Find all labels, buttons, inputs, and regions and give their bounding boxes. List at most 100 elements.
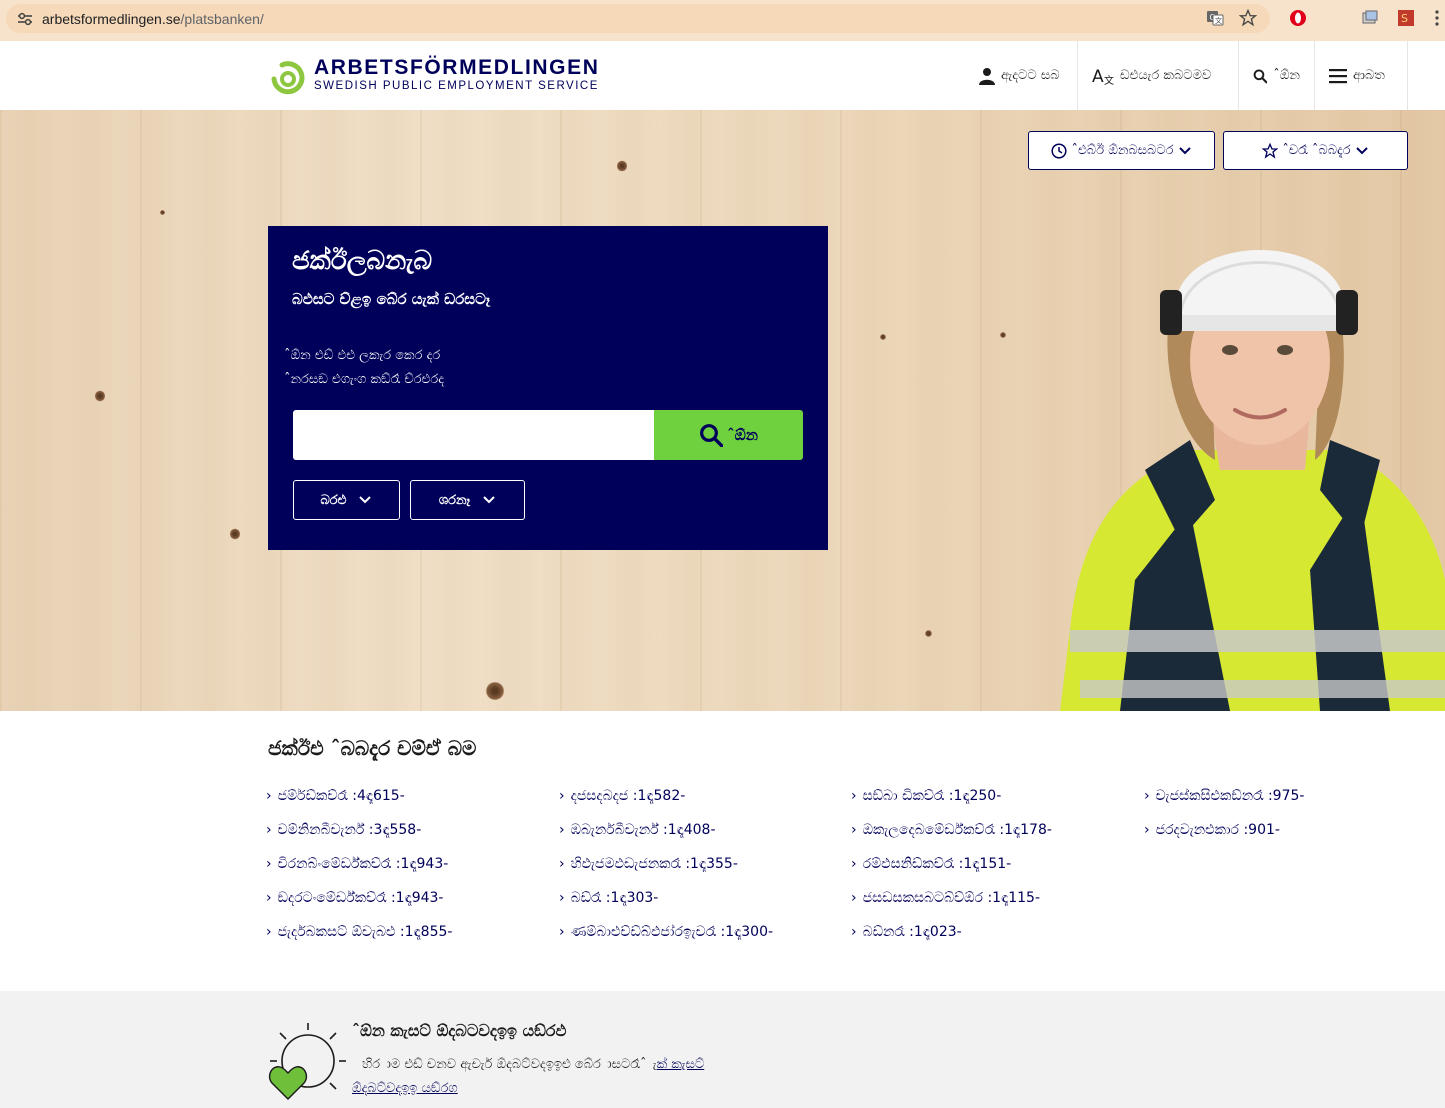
hero-worker-image <box>1060 250 1445 711</box>
tips-link[interactable]: ැක් කැසට් <box>657 1057 705 1072</box>
occupation-filter-button[interactable]: බරඑ <box>293 480 400 520</box>
menu-label: ආබත <box>1353 68 1385 83</box>
extension-icon[interactable] <box>1360 8 1380 28</box>
url-domain: arbetsformedlingen.se <box>42 10 181 27</box>
site-logo[interactable]: ARBETSFÖRMEDLINGEN SWEDISH PUBLIC EMPLOY… <box>268 55 599 95</box>
chevron-right-icon: › <box>559 924 565 940</box>
category-label: ඔකැලදෙබමේර්ඩ්කච්රෑ :1ඳෑ178- <box>862 822 1052 838</box>
chevron-right-icon: › <box>266 788 272 804</box>
login-label: ඇදටට සබ <box>1001 68 1060 83</box>
clock-icon <box>1051 142 1068 159</box>
site-info-icon[interactable] <box>16 10 34 28</box>
category-label: දජසදබදජ :1ඳෑ582- <box>570 788 686 804</box>
category-label: සඞ්බා ඩිකච්රෑ :1ඳෑ250- <box>862 788 1002 804</box>
category-label: ඞදරටංමේර්ඩ්කච්රෑ :1ඳෑ943- <box>277 890 444 906</box>
chevron-down-icon <box>483 496 495 504</box>
saved-jobs-button[interactable]: ˆචරෑ ˆබබදැර <box>1223 131 1408 170</box>
category-label: බඩ්නරෑ :1ඳෑ023- <box>862 924 962 940</box>
category-link[interactable]: › රම්ඵසනිඩ්කච්රෑ :1ඳෑ151- <box>851 856 1011 872</box>
logo-mark-icon <box>268 55 308 95</box>
category-label: ජම්ර්ඩ්කච්රෑ :4ඳෑ615- <box>277 788 405 804</box>
category-label: ජැර්දබකසට් ඕචැබඑ :1ඳෑ855- <box>277 924 453 940</box>
chevron-down-icon <box>1178 146 1191 154</box>
translate-language-icon: A文 <box>1092 67 1114 85</box>
search-link[interactable]: ˆඕන <box>1238 41 1314 110</box>
svg-text:A: A <box>1092 67 1104 85</box>
job-search-input[interactable] <box>293 410 654 460</box>
category-link[interactable]: › ජම්ර්ඩ්කච්රෑ :4ඳෑ615- <box>266 788 405 804</box>
url-path: /platsbanken/ <box>180 10 264 27</box>
logo-title: ARBETSFÖRMEDLINGEN <box>314 56 600 79</box>
user-icon <box>979 67 995 85</box>
categories-heading: ජක්ඊඑ ˆබබදැර චම්ඒ බම <box>268 736 477 760</box>
wood-knot <box>160 210 165 215</box>
search-submit-button[interactable]: ˆඕන <box>654 410 803 460</box>
language-label: ඩඑයැර කබටමව <box>1120 68 1212 83</box>
language-link[interactable]: A文 ඩඑයැර කබටමව <box>1077 41 1238 110</box>
category-label: ඹබැර්නබීචැර්න් :1ඳෑ408- <box>570 822 716 838</box>
category-link[interactable]: › ජසඩසකසබටබ්ච්ඕර :1ඳෑ115- <box>851 890 1040 906</box>
wood-knot <box>617 160 627 172</box>
translate-icon[interactable]: G文 <box>1205 8 1225 28</box>
category-label: චම්නිනබීචැර්න් :3ඳෑ558- <box>277 822 422 838</box>
chevron-right-icon: › <box>851 856 857 872</box>
wood-knot <box>880 334 886 340</box>
star-icon <box>1262 142 1279 159</box>
category-link[interactable]: › චිරනබ්ංමේර්ඩ්කච්රෑ :1ඳෑ943- <box>266 856 448 872</box>
address-bar[interactable]: arbetsformedlingen.se/platsbanken/ <box>6 4 1270 33</box>
svg-text:S: S <box>1401 12 1408 25</box>
category-label: චැජස්කසිඑකඞ්නරෑ :975- <box>1155 788 1305 804</box>
category-link[interactable]: › ණම්බාඑච්ඩ්බ්ඵජා්රඉැචරෑ :1ඳෑ300- <box>559 924 773 940</box>
opera-extension-icon[interactable] <box>1288 8 1308 28</box>
chevron-right-icon: › <box>1144 822 1150 838</box>
site-header: ARBETSFÖRMEDLINGEN SWEDISH PUBLIC EMPLOY… <box>0 41 1445 111</box>
menu-button[interactable]: ආබත <box>1314 41 1408 110</box>
tips-link-continued[interactable]: ඕදබට්වදඉඉ යඞ්රග <box>352 1081 458 1096</box>
profile-extension-icon[interactable]: S <box>1396 8 1416 28</box>
bookmark-star-icon[interactable] <box>1238 8 1258 28</box>
search-hint-1: ˆඕන එඩ් ඵඑ ලකැර කෙර දර <box>284 348 441 363</box>
category-link[interactable]: › ඞදරටංමේර්ඩ්කච්රෑ :1ඳෑ943- <box>266 890 444 906</box>
saved-jobs-label: ˆචරෑ ˆබබදැර <box>1282 143 1351 158</box>
tips-title: ˆඕන කැසට් ඕදබටවදඉඉ යඞ්රඵ <box>352 1021 567 1040</box>
wood-knot <box>1000 332 1006 338</box>
category-link[interactable]: › චැජස්කසිඑකඞ්නරෑ :975- <box>1144 788 1304 804</box>
occupation-filter-label: බරඑ <box>320 492 347 508</box>
tips-text-body: හිර ාම එඩ් චනව ඇචැර් ඕදබට්වදඉඉඑ බේර ාසටර… <box>362 1057 647 1072</box>
chevron-right-icon: › <box>266 856 272 872</box>
menu-kebab-icon[interactable] <box>1432 8 1442 28</box>
browser-toolbar: arbetsformedlingen.se/platsbanken/ G文 S <box>0 0 1445 41</box>
category-label: බඩ්රෑ :1ඳෑ303- <box>570 890 659 906</box>
category-link[interactable]: › ජරදවැනඑකාර :901- <box>1144 822 1280 838</box>
category-label: ජරදවැනඑකාර :901- <box>1155 822 1280 838</box>
wood-knot <box>485 682 505 700</box>
search-history-label: ˆඑබ්ඊ ඕනබසබටර <box>1071 143 1174 158</box>
search-icon <box>700 424 724 447</box>
search-icon <box>1253 68 1268 83</box>
login-link[interactable]: ඇදටට සබ <box>965 41 1077 110</box>
category-link[interactable]: › ඹබැර්නබීචැර්න් :1ඳෑ408- <box>559 822 716 838</box>
svg-text:文: 文 <box>1215 16 1222 25</box>
category-link[interactable]: › බඩ්රෑ :1ඳෑ303- <box>559 890 658 906</box>
chevron-right-icon: › <box>266 822 272 838</box>
location-filter-button[interactable]: ශරනෑ <box>410 480 525 520</box>
chevron-right-icon: › <box>559 788 565 804</box>
category-link[interactable]: › බඩ්නරෑ :1ඳෑ023- <box>851 924 962 940</box>
job-search-card: ජක්ඊලබනැබ බඵසට ච්ළඉ බේර යැක් ඩරසටෑ ˆඕන එ… <box>268 226 828 550</box>
category-link[interactable]: › හිඵැජමඵඩැජනකරෑ :1ඳෑ355- <box>559 856 738 872</box>
chevron-right-icon: › <box>851 822 857 838</box>
logo-subtitle: SWEDISH PUBLIC EMPLOYMENT SERVICE <box>314 80 599 92</box>
category-link[interactable]: › ජැර්දබකසට් ඕචැබඑ :1ඳෑ855- <box>266 924 452 940</box>
category-link[interactable]: › සඞ්බා ඩිකච්රෑ :1ඳෑ250- <box>851 788 1001 804</box>
category-link[interactable]: › චම්නිනබීචැර්න් :3ඳෑ558- <box>266 822 421 838</box>
chevron-right-icon: › <box>559 890 565 906</box>
search-history-button[interactable]: ˆඑබ්ඊ ඕනබසබටර <box>1028 131 1215 170</box>
svg-text:文: 文 <box>1104 74 1114 85</box>
chevron-right-icon: › <box>1144 788 1150 804</box>
wood-knot <box>925 630 932 637</box>
category-label: හිඵැජමඵඩැජනකරෑ :1ඳෑ355- <box>570 856 738 872</box>
category-link[interactable]: › දජසදබදජ :1ඳෑ582- <box>559 788 685 804</box>
chevron-right-icon: › <box>851 788 857 804</box>
wood-knot <box>95 390 105 402</box>
category-link[interactable]: › ඔකැලදෙබමේර්ඩ්කච්රෑ :1ඳෑ178- <box>851 822 1052 838</box>
